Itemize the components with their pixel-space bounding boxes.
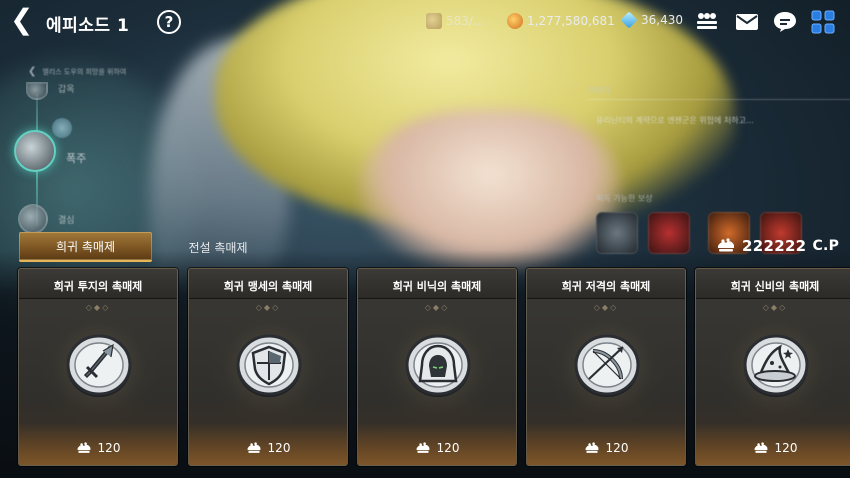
back-icon[interactable]: ❮ <box>10 6 40 36</box>
card-header: 희귀 신비의 촉매제 <box>696 269 850 299</box>
cp-unit: C.P <box>812 238 840 254</box>
gold-icon <box>507 13 523 29</box>
story-header: 이야기 <box>588 86 611 95</box>
card-title: 희귀 비닉의 촉매제 <box>392 280 482 293</box>
card-title: 희귀 저격의 촉매제 <box>561 280 651 293</box>
cp-currency-icon <box>754 441 767 453</box>
story-text: 유리닌티의 계략으로 엔젠군은 위험에 처하고... <box>596 116 754 125</box>
bg-character-face <box>360 110 620 270</box>
card-price: 120 <box>696 441 850 455</box>
stage-label-1: 갑옥 <box>58 85 75 95</box>
catalyst-card[interactable]: 희귀 저격의 촉매제 ◇◆◇ 120 <box>526 268 686 466</box>
stamina-value: 583/... <box>446 14 485 28</box>
users-icon[interactable] <box>694 10 720 34</box>
stage-node-2[interactable] <box>14 130 56 172</box>
sword-emblem-icon <box>66 334 132 397</box>
stage-node-1[interactable] <box>26 82 48 100</box>
stage-marker <box>52 118 72 138</box>
card-header: 희귀 비닉의 촉매제 <box>358 269 516 299</box>
reward-item[interactable] <box>648 212 690 254</box>
crystal-counter[interactable]: 36,430 <box>620 11 683 29</box>
card-price: 120 <box>19 441 177 455</box>
cp-currency-icon <box>585 441 598 453</box>
card-header: 희귀 투지의 촉매제 <box>19 269 177 299</box>
story-divider <box>588 99 850 100</box>
help-icon[interactable]: ? <box>157 10 181 34</box>
catalyst-card[interactable]: 희귀 맹세의 촉매제 ◇◆◇ 120 <box>188 268 348 466</box>
tab-legend-catalyst[interactable]: 전설 촉매제 <box>170 232 266 262</box>
stamina-counter[interactable]: 583/... <box>426 13 484 29</box>
reward-item[interactable] <box>596 212 638 254</box>
card-header: 희귀 저격의 촉매제 <box>527 269 685 299</box>
card-price-value: 120 <box>436 441 460 455</box>
page-title: 에피소드 1 <box>46 16 130 36</box>
stamina-icon <box>426 13 442 29</box>
story-panel: 이야기 유리닌티의 계략으로 엔젠군은 위험에 처하고... 획득 가능한 보상 <box>588 85 850 254</box>
cp-currency-icon <box>416 441 429 453</box>
catalyst-card[interactable]: 희귀 신비의 촉매제 ◇◆◇ 120 <box>695 268 850 466</box>
cp-balance: 222222 C.P <box>716 237 839 255</box>
cp-currency-icon <box>77 441 90 453</box>
wizard-hat-emblem-icon <box>743 334 809 397</box>
cp-currency-icon <box>247 441 260 453</box>
card-price-value: 120 <box>97 441 121 455</box>
gold-value: 1,277,580,681 <box>527 14 615 28</box>
card-price-value: 120 <box>267 441 291 455</box>
episode-subtitle-text: 엘리스 도우의 희망을 위하여 <box>42 68 127 76</box>
crystal-icon <box>620 11 638 29</box>
card-price-value: 120 <box>774 441 798 455</box>
mail-icon[interactable] <box>734 10 760 34</box>
stage-node-3[interactable] <box>18 204 48 234</box>
card-price: 120 <box>527 441 685 455</box>
tab-rare-catalyst[interactable]: 희귀 촉매제 <box>19 232 152 262</box>
card-header: 희귀 맹세의 촉매제 <box>189 269 347 299</box>
card-price: 120 <box>358 441 516 455</box>
episode-subtitle[interactable]: ❮ 엘리스 도우의 희망을 위하여 <box>28 66 126 77</box>
cp-currency-icon <box>718 238 734 252</box>
bow-emblem-icon <box>574 334 640 397</box>
stage-label-3: 결심 <box>58 216 75 226</box>
card-title: 희귀 투지의 촉매제 <box>53 280 143 293</box>
stage-label-2: 폭주 <box>66 152 87 165</box>
gold-counter[interactable]: 1,277,580,681 <box>507 13 615 29</box>
card-title: 희귀 맹세의 촉매제 <box>223 280 313 293</box>
card-title: 희귀 신비의 촉매제 <box>730 280 820 293</box>
shield-emblem-icon <box>236 334 302 397</box>
catalyst-card[interactable]: 희귀 투지의 촉매제 ◇◆◇ 120 <box>18 268 178 466</box>
card-price: 120 <box>189 441 347 455</box>
menu-grid-icon[interactable] <box>810 10 836 34</box>
reward-header: 획득 가능한 보상 <box>596 194 653 203</box>
cp-amount: 222222 <box>742 237 807 255</box>
chevron-left-icon: ❮ <box>28 66 37 77</box>
top-bar: ❮ 에피소드 1 ? 583/... 1,277,580,681 36,430 <box>0 0 850 44</box>
hood-emblem-icon <box>405 334 471 397</box>
chat-icon[interactable] <box>772 10 798 34</box>
crystal-value: 36,430 <box>641 13 683 27</box>
catalyst-card[interactable]: 희귀 비닉의 촉매제 ◇◆◇ 120 <box>357 268 517 466</box>
card-price-value: 120 <box>605 441 629 455</box>
